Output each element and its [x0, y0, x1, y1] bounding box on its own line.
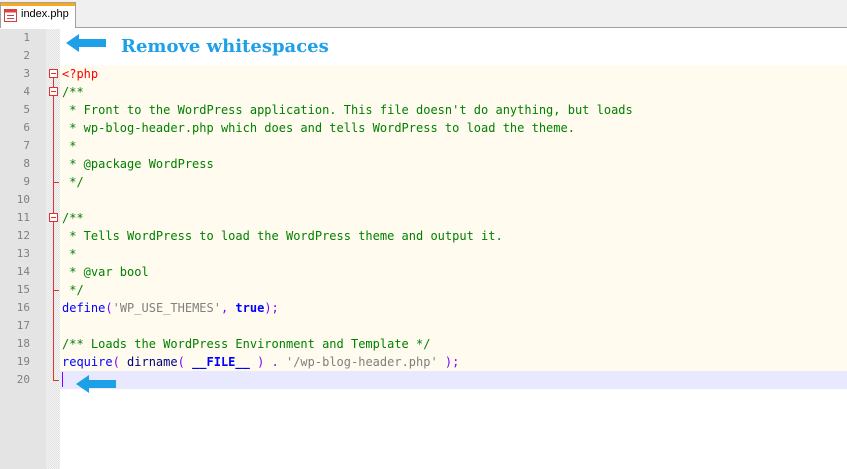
- line-number: 9: [23, 175, 30, 188]
- code-token: <?php: [62, 67, 99, 81]
- line-number: 3: [23, 67, 30, 80]
- line-number: 13: [16, 247, 30, 260]
- line-number: 7: [23, 139, 30, 152]
- fold-collapse-icon-comment-1[interactable]: [49, 87, 58, 96]
- line-number: 1: [23, 31, 30, 44]
- code-token: );: [264, 301, 279, 315]
- code-line[interactable]: /** Loads the WordPress Environment and …: [62, 335, 430, 353]
- line-number: 12: [16, 229, 30, 242]
- code-line[interactable]: */: [62, 281, 84, 299]
- code-token: (: [177, 355, 193, 369]
- code-line[interactable]: *: [62, 245, 76, 263]
- left-arrow-icon: [76, 375, 116, 393]
- code-token: define: [62, 301, 106, 315]
- code-token: *: [62, 139, 77, 153]
- code-line[interactable]: *: [62, 137, 76, 155]
- code-token: * Tells WordPress to load the WordPress …: [62, 229, 503, 243]
- tab-active-accent: [1, 3, 75, 6]
- code-token: __FILE__: [192, 355, 250, 369]
- line-number: 8: [23, 157, 30, 170]
- code-token: /** Loads the WordPress Environment and …: [62, 337, 431, 351]
- fold-line-php: [53, 78, 54, 380]
- tab-index-php[interactable]: index.php: [0, 2, 76, 28]
- php-file-icon: [4, 9, 17, 22]
- line-number: 2: [23, 49, 30, 62]
- code-line[interactable]: <?php: [62, 65, 98, 83]
- line-number: 11: [16, 211, 30, 224]
- code-line[interactable]: require( dirname( __FILE__ ) . '/wp-blog…: [62, 353, 459, 371]
- code-line[interactable]: * @package WordPress: [62, 155, 214, 173]
- fold-collapse-icon-comment-2[interactable]: [49, 213, 58, 222]
- code-token: 'WP_USE_THEMES': [112, 301, 221, 315]
- code-line[interactable]: * wp-blog-header.php which does and tell…: [62, 119, 575, 137]
- code-token: (: [105, 301, 113, 315]
- code-token: *: [62, 247, 77, 261]
- code-token: /**: [62, 85, 84, 99]
- line-number: 20: [16, 373, 30, 386]
- code-line[interactable]: define('WP_USE_THEMES', true);: [62, 299, 279, 317]
- text-caret: [62, 372, 63, 387]
- line-number: 6: [23, 121, 30, 134]
- code-token: '/wp-blog-header.php': [285, 355, 438, 369]
- code-token: * @var bool: [62, 265, 149, 279]
- code-token: ,: [220, 301, 236, 315]
- code-line[interactable]: * Tells WordPress to load the WordPress …: [62, 227, 503, 245]
- line-number: 17: [16, 319, 30, 332]
- line-number: 18: [16, 337, 30, 350]
- fold-end-comment-2: [53, 290, 59, 291]
- code-token: require: [62, 355, 113, 369]
- line-number: 14: [16, 265, 30, 278]
- code-token: * Front to the WordPress application. Th…: [62, 103, 633, 117]
- tab-bar: index.php: [0, 0, 847, 28]
- code-line[interactable]: /**: [62, 209, 84, 227]
- code-line[interactable]: * Front to the WordPress application. Th…: [62, 101, 633, 119]
- left-arrow-icon: [66, 34, 106, 52]
- line-number: 5: [23, 103, 30, 116]
- tab-label: index.php: [21, 8, 69, 20]
- line-number: 19: [16, 355, 30, 368]
- code-token: * wp-blog-header.php which does and tell…: [62, 121, 575, 135]
- line-number: 16: [16, 301, 30, 314]
- code-token: /**: [62, 211, 84, 225]
- code-token: true: [235, 301, 265, 315]
- code-line[interactable]: /**: [62, 83, 84, 101]
- fold-collapse-icon-php[interactable]: [49, 69, 58, 78]
- line-number: 10: [16, 193, 30, 206]
- code-line[interactable]: * @var bool: [62, 263, 149, 281]
- code-line[interactable]: */: [62, 173, 84, 191]
- code-token: ) .: [249, 355, 286, 369]
- line-number: 4: [23, 85, 30, 98]
- code-editor[interactable]: 1 2 3 4 5 6 7 8 9 10 11 12 13 14 15 16 17 18 19 20 <?php/**…: [0, 29, 847, 469]
- code-token: */: [62, 283, 84, 297]
- fold-end-php: [53, 380, 59, 381]
- line-number: 15: [16, 283, 30, 296]
- code-token: );: [437, 355, 460, 369]
- code-token: */: [62, 175, 84, 189]
- code-token: dirname: [127, 355, 178, 369]
- code-token: (: [112, 355, 128, 369]
- annotation-label: Remove whitespaces: [121, 36, 329, 57]
- code-token: * @package WordPress: [62, 157, 214, 171]
- fold-end-comment-1: [53, 182, 59, 183]
- current-line-highlight: [60, 371, 847, 389]
